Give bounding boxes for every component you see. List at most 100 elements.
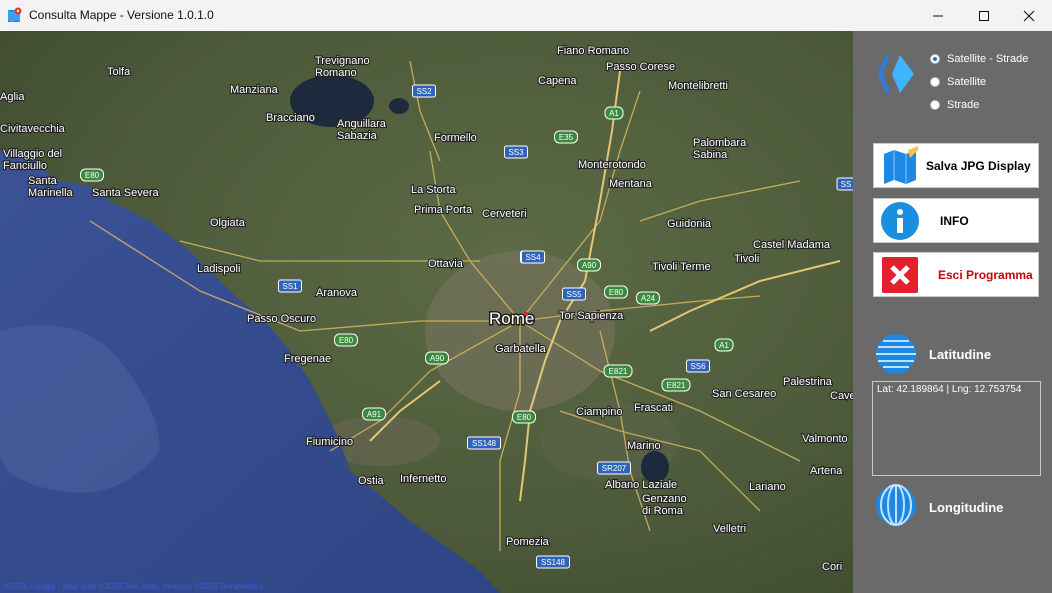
map-place-label: Garbatella	[495, 343, 547, 355]
maximize-icon	[979, 10, 989, 21]
map-place-label: Ciampino	[576, 406, 622, 418]
save-jpg-button[interactable]: Salva JPG Display	[873, 143, 1039, 188]
map-marker-icon	[524, 312, 528, 316]
exit-button-label: Esci Programma	[938, 267, 1033, 282]
road-shield: SS6	[686, 359, 710, 373]
svg-text:E821: E821	[609, 367, 628, 376]
map-place-label: Passo Corese	[606, 61, 675, 73]
road-shield: SS5	[562, 287, 586, 301]
map-place-label: Formello	[434, 132, 477, 144]
maximize-button[interactable]	[961, 0, 1007, 31]
map-place-label: Tolfa	[107, 66, 131, 78]
svg-text:A1: A1	[719, 341, 729, 350]
map-place-label: Manziana	[230, 84, 279, 96]
lake-martignano	[389, 98, 409, 114]
svg-text:E35: E35	[559, 133, 574, 142]
map-place-label: Fiano Romano	[557, 45, 629, 57]
road-shield: E821	[603, 364, 633, 378]
map-place-label: Ostia	[358, 475, 385, 487]
svg-text:SS6: SS6	[690, 362, 706, 371]
svg-text:A91: A91	[367, 410, 382, 419]
app-logo-icon	[876, 53, 916, 95]
svg-text:E821: E821	[667, 381, 686, 390]
map-place-label: Olgiata	[210, 217, 246, 229]
map-place-label: Fiumicino	[306, 436, 353, 448]
road-shield: A90	[577, 258, 601, 272]
info-button-label: INFO	[940, 213, 969, 228]
svg-text:SR207: SR207	[602, 464, 627, 473]
road-shield: E821	[661, 378, 691, 392]
map-place-label: Fregenae	[284, 353, 331, 365]
map-save-icon	[880, 145, 920, 186]
road-shield: SS148	[467, 436, 501, 450]
close-icon	[1023, 10, 1035, 21]
exit-button[interactable]: Esci Programma	[873, 252, 1039, 297]
map-place-label: Montelibretti	[668, 80, 728, 92]
map-place-label: Lariano	[749, 481, 786, 493]
svg-text:E80: E80	[85, 171, 100, 180]
app-map-icon	[8, 7, 22, 23]
info-button[interactable]: INFO	[873, 198, 1039, 243]
road-shield: A1	[604, 106, 624, 120]
map-place-label: La Storta	[411, 184, 457, 196]
radio-satellite-strade[interactable]: Satellite - Strade	[930, 53, 1028, 65]
close-button[interactable]	[1006, 0, 1052, 31]
map-place-label: Palestrina	[783, 376, 833, 388]
map-view[interactable]: Fiano Romano Trevignano Romano Passo Corese…	[0, 31, 853, 593]
map-place-label: Capena	[538, 75, 577, 87]
svg-text:SS4: SS4	[525, 253, 541, 262]
map-place-label: Genzano di Roma	[642, 493, 687, 517]
map-place-label: Valmonto	[802, 433, 848, 445]
info-icon	[880, 201, 920, 241]
radio-satellite[interactable]: Satellite	[930, 76, 986, 88]
road-shield: SS4	[521, 250, 545, 264]
road-shield: E35	[554, 130, 578, 144]
road-shield: SS148	[536, 555, 570, 569]
svg-text:SS: SS	[841, 180, 852, 189]
map-place-label: Aglia	[0, 91, 25, 103]
radio-label: Strade	[947, 99, 980, 111]
map-place-label: Ottavia	[428, 258, 464, 270]
map-place-label: Tivoli	[734, 253, 759, 265]
road-shield: E80	[80, 168, 104, 182]
road-shield: E80	[334, 333, 358, 347]
svg-text:A90: A90	[582, 261, 597, 270]
map-place-label: Velletri	[713, 523, 746, 535]
svg-text:SS148: SS148	[472, 439, 497, 448]
radio-selected-icon	[930, 54, 940, 64]
road-shield: SS2	[412, 84, 436, 98]
svg-text:E80: E80	[609, 288, 624, 297]
road-shield: SR207	[597, 461, 631, 475]
map-place-label: Tivoli Terme	[652, 261, 711, 273]
exit-x-icon	[880, 255, 920, 295]
road-shield: A90	[425, 351, 449, 365]
map-place-label: Cori	[822, 561, 842, 573]
globe-latitude-icon	[875, 333, 917, 375]
control-panel: Satellite - Strade Satellite Strade Salv…	[853, 31, 1052, 593]
map-place-label: Civitavecchia	[0, 123, 66, 135]
radio-unselected-icon	[930, 77, 940, 87]
latitude-label: Latitudine	[929, 347, 992, 362]
svg-text:A90: A90	[430, 354, 445, 363]
radio-label: Satellite	[947, 76, 987, 88]
svg-text:SS3: SS3	[508, 148, 524, 157]
map-place-label: Ladispoli	[197, 263, 240, 275]
map-place-label: Santa Severa	[92, 187, 160, 199]
map-place-label: Infernetto	[400, 473, 446, 485]
map-place-label: Albano Laziale	[605, 479, 677, 491]
coords-textbox[interactable]: Lat: 42.189864 | Lng: 12.753754	[872, 381, 1041, 476]
map-place-label: Cave	[830, 390, 853, 402]
radio-strade[interactable]: Strade	[930, 99, 979, 111]
radio-label: Satellite - Strade	[947, 53, 1029, 65]
map-place-label: Aranova	[316, 287, 358, 299]
road-shield: SS1	[278, 279, 302, 293]
map-place-label: Bracciano	[266, 112, 315, 124]
globe-longitude-icon	[875, 484, 917, 526]
coords-text: Lat: 42.189864 | Lng: 12.753754	[877, 384, 1022, 395]
road-shield: SS3	[504, 145, 528, 159]
road-shield: E80	[512, 410, 536, 424]
radio-unselected-icon	[930, 100, 940, 110]
minimize-button[interactable]	[915, 0, 961, 31]
map-place-label: Tor Sapienza	[559, 310, 624, 322]
map-place-label: Passo Oscuro	[247, 313, 316, 325]
